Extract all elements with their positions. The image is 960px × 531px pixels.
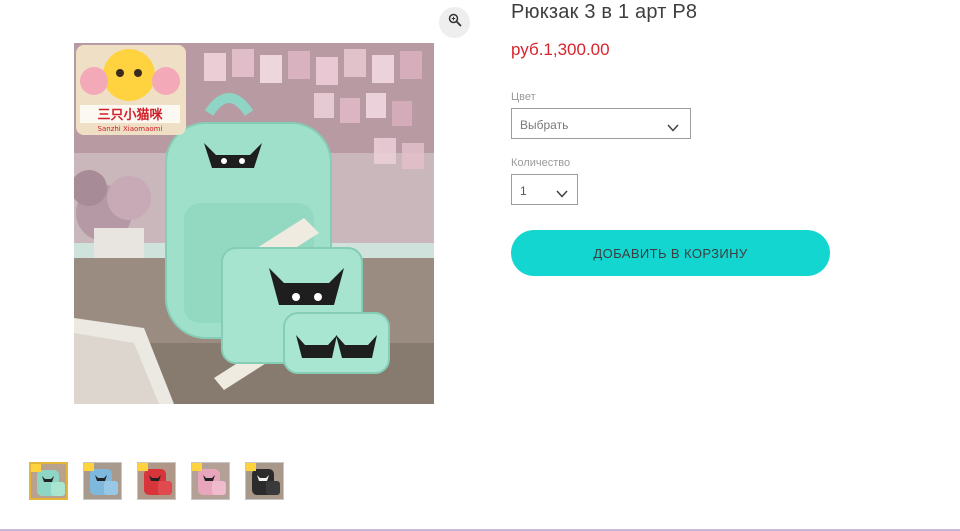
quantity-select[interactable]: 1 bbox=[511, 174, 578, 205]
quantity-label: Количество bbox=[511, 157, 571, 169]
logo-caption: Sanzhi Xiaomaomi bbox=[98, 125, 163, 133]
thumbnail-1[interactable] bbox=[29, 462, 68, 500]
chevron-down-icon bbox=[556, 185, 568, 203]
thumbnail-5[interactable] bbox=[245, 462, 284, 500]
thumbnail-3[interactable] bbox=[137, 462, 176, 500]
thumbnail-4[interactable] bbox=[191, 462, 230, 500]
color-select-value: Выбрать bbox=[520, 118, 569, 132]
product-main-image[interactable]: 三只小猫咪 Sanzhi Xiaomaomi bbox=[74, 43, 434, 404]
magnifier-icon bbox=[448, 13, 462, 32]
color-select[interactable]: Выбрать bbox=[511, 108, 691, 139]
thumbnail-2[interactable] bbox=[83, 462, 122, 500]
product-title: Рюкзак 3 в 1 арт Р8 bbox=[511, 1, 698, 23]
quantity-value: 1 bbox=[520, 184, 527, 198]
product-price: руб.1,300.00 bbox=[511, 40, 610, 59]
zoom-button[interactable] bbox=[439, 7, 470, 38]
color-label: Цвет bbox=[511, 91, 536, 103]
svg-text:三只小猫咪: 三只小猫咪 bbox=[97, 107, 163, 123]
chevron-down-icon bbox=[667, 119, 679, 137]
add-to-cart-button[interactable]: ДОБАВИТЬ В КОРЗИНУ bbox=[511, 230, 830, 276]
